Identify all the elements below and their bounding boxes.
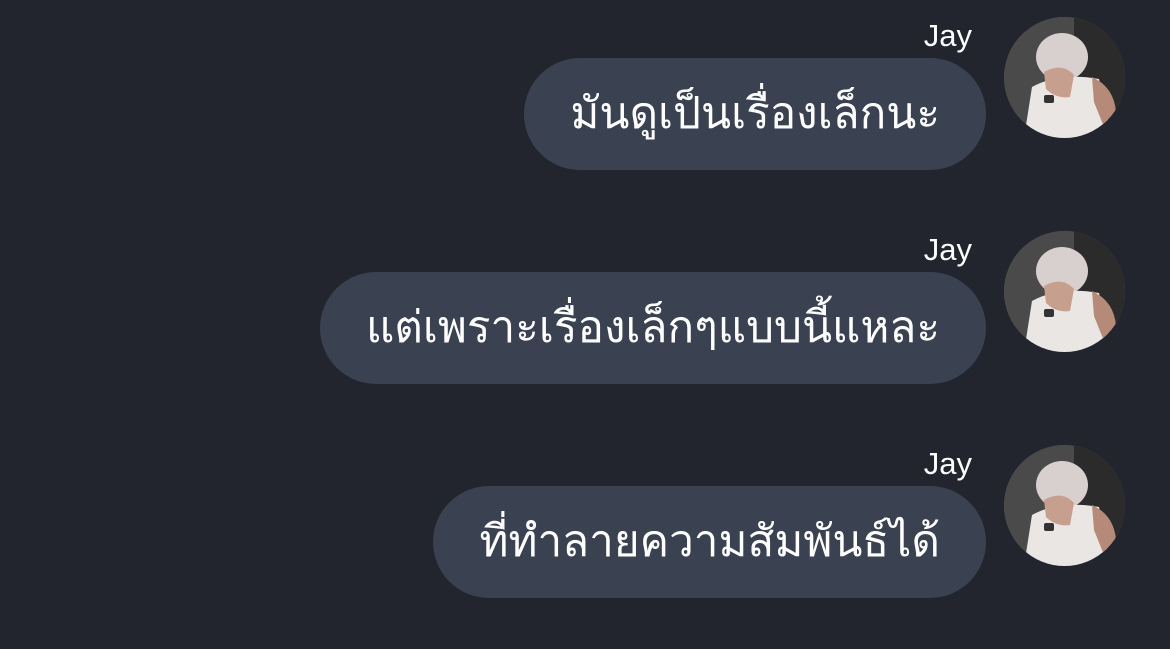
avatar-photo-icon xyxy=(1004,231,1125,352)
avatar[interactable] xyxy=(1004,445,1125,566)
message-row: Jay ที่ทำลายความสัมพันธ์ได้ xyxy=(0,428,1170,628)
sender-name: Jay xyxy=(923,18,972,53)
sender-name: Jay xyxy=(923,446,972,481)
sender-name: Jay xyxy=(923,232,972,267)
avatar-photo-icon xyxy=(1004,445,1125,566)
message-row: Jay แต่เพราะเรื่องเล็กๆแบบนี้แหละ xyxy=(0,214,1170,414)
message-bubble[interactable]: แต่เพราะเรื่องเล็กๆแบบนี้แหละ xyxy=(319,272,986,384)
message-bubble[interactable]: มันดูเป็นเรื่องเล็กนะ xyxy=(524,58,986,170)
chat-thread: Jay มันดูเป็นเรื่องเล็กนะ Jay แต่เพราะเร… xyxy=(0,0,1170,649)
message-bubble[interactable]: ที่ทำลายความสัมพันธ์ได้ xyxy=(433,486,986,598)
avatar[interactable] xyxy=(1004,17,1125,138)
message-row: Jay มันดูเป็นเรื่องเล็กนะ xyxy=(0,0,1170,200)
avatar-photo-icon xyxy=(1004,17,1125,138)
avatar[interactable] xyxy=(1004,231,1125,352)
